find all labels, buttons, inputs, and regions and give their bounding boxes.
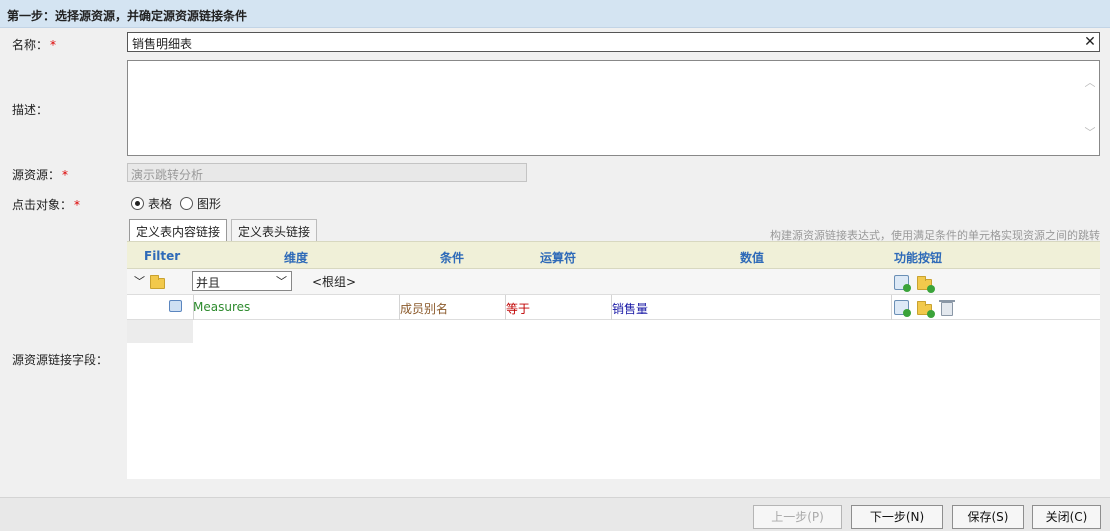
clear-icon[interactable]: ✕ bbox=[1083, 34, 1097, 50]
chevron-down-icon[interactable]: ﹀ bbox=[134, 273, 145, 289]
add-group-icon[interactable] bbox=[917, 301, 935, 318]
click-target-label: 点击对象： * bbox=[12, 198, 81, 212]
chevron-down-icon: ﹀ bbox=[276, 275, 287, 288]
chevron-up-icon[interactable]: ︿ bbox=[1084, 77, 1096, 89]
close-button[interactable]: 关闭(C) bbox=[1032, 505, 1101, 529]
tab-content-link[interactable]: 定义表内容链接 bbox=[129, 219, 228, 242]
radio-table-label[interactable]: 表格 bbox=[148, 195, 172, 212]
logic-select-value: 并且 bbox=[196, 276, 221, 290]
name-input[interactable]: 销售明细表 bbox=[127, 32, 1100, 52]
radio-table[interactable] bbox=[131, 197, 144, 210]
col-value: 数值 bbox=[740, 251, 765, 265]
col-filter: Filter bbox=[144, 249, 181, 263]
condition-row: Measures 成员别名 等于 销售量 bbox=[127, 295, 1100, 320]
root-group-label: <根组> bbox=[312, 275, 357, 289]
radio-chart[interactable] bbox=[180, 197, 194, 210]
col-operator: 运算符 bbox=[540, 251, 577, 265]
col-actions: 功能按钮 bbox=[894, 251, 943, 265]
col-condition: 条件 bbox=[440, 251, 465, 265]
add-condition-icon[interactable] bbox=[894, 275, 911, 292]
name-label: 名称： * bbox=[12, 38, 57, 52]
description-label: 描述： bbox=[12, 103, 49, 117]
condition-type[interactable]: 成员别名 bbox=[400, 300, 448, 317]
step-title: 第一步：选择源资源，并确定源资源链接条件 bbox=[0, 0, 1110, 28]
condition-grid: Filter 维度 条件 运算符 数值 功能按钮 ﹀ 并且 ﹀ <根组> Mea… bbox=[127, 241, 1100, 479]
source-label: 源资源： * bbox=[12, 168, 69, 182]
add-group-icon[interactable] bbox=[917, 276, 935, 293]
logic-select[interactable]: 并且 ﹀ bbox=[192, 271, 292, 291]
source-resource-field: 演示跳转分析 bbox=[127, 163, 527, 182]
col-dimension: 维度 bbox=[284, 251, 309, 265]
tab-header-link[interactable]: 定义表头链接 bbox=[231, 219, 318, 241]
footer-bar: 上一步(P) 下一步(N) 保存(S) 关闭(C) bbox=[0, 497, 1110, 531]
condition-operator[interactable]: 等于 bbox=[506, 300, 530, 317]
radio-chart-label[interactable]: 图形 bbox=[197, 195, 221, 212]
save-button[interactable]: 保存(S) bbox=[952, 505, 1024, 529]
dimension-icon bbox=[169, 300, 182, 312]
add-condition-icon[interactable] bbox=[894, 300, 911, 317]
chevron-down-icon[interactable]: ﹀ bbox=[1084, 127, 1096, 139]
folder-icon bbox=[150, 275, 165, 289]
next-button[interactable]: 下一步(N) bbox=[851, 505, 943, 529]
description-textarea[interactable]: ︿ ﹀ bbox=[127, 60, 1100, 156]
link-tabs: 定义表内容链接 定义表头链接 bbox=[129, 219, 318, 242]
root-group-row: ﹀ 并且 ﹀ <根组> bbox=[127, 269, 1100, 295]
trash-icon[interactable] bbox=[939, 300, 955, 316]
prev-button[interactable]: 上一步(P) bbox=[753, 505, 842, 529]
click-target-radio-group: 表格 图形 bbox=[131, 195, 225, 212]
link-field-label: 源资源链接字段： bbox=[12, 353, 109, 367]
condition-value[interactable]: 销售量 bbox=[612, 300, 648, 317]
condition-dimension[interactable]: Measures bbox=[193, 300, 250, 314]
grid-header: Filter 维度 条件 运算符 数值 功能按钮 bbox=[127, 241, 1100, 269]
